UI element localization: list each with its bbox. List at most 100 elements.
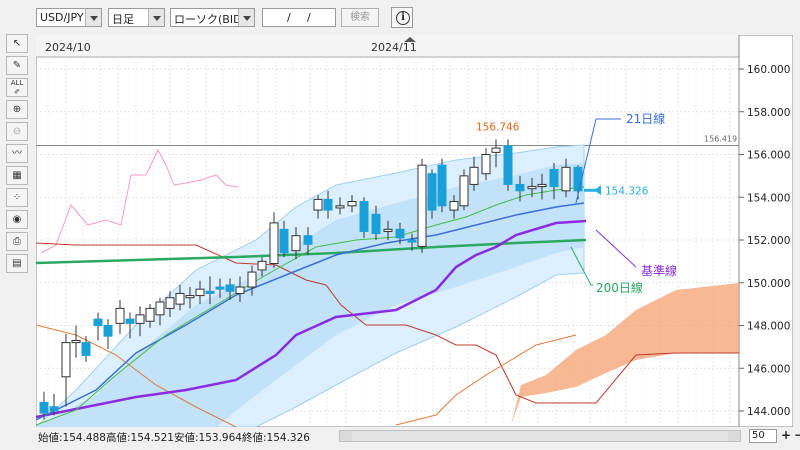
high-price: 高値:154.521 [106,432,174,444]
candle-up [481,154,491,175]
open-price: 始値:154.488 [38,432,106,444]
delete-all-icon[interactable]: ALL ✐ [6,78,28,97]
candle-down [359,201,369,232]
candle-up [257,260,267,271]
date-input[interactable]: / / [262,8,336,27]
y-tick-label: 148.000 [747,321,790,333]
candle-up [135,314,145,324]
y-tick-label: 158.000 [747,107,790,119]
chart-style-select[interactable]: ローソク(BID) [170,8,255,27]
eye-icon[interactable]: ◉ [6,210,28,229]
candle-up [417,164,427,247]
y-tick-label: 144.000 [747,406,790,418]
candle-up [491,147,501,153]
candle-down [303,235,313,245]
candle-down [395,228,405,239]
scroll-right-icon[interactable] [728,431,740,441]
candle-down [437,164,447,207]
candle-up [313,198,323,211]
candle-up [71,339,81,344]
chart-area[interactable]: 2024/10 2024/11 160.000 158.000 156.000 154.0… [34,34,794,428]
cursor-icon[interactable]: ↖ [6,34,28,53]
chart-scrollbar[interactable] [339,430,741,442]
symbol-select[interactable]: USD/JPY [36,8,102,27]
candle-up [291,235,301,252]
candle-down [93,318,103,326]
status-bar: 始値:154.488 高値:154.521 安値:153.964 終値:154.… [36,428,800,446]
y-tick-label: 152.000 [747,235,790,247]
candle-up [185,295,195,299]
candle-up [469,166,479,185]
candle-down [427,173,437,211]
candle-down [515,183,525,192]
y-tick-label: 156.000 [747,150,790,162]
candle-up [459,175,469,207]
chevron-down-icon[interactable] [85,9,101,26]
candle-up [347,201,357,207]
price-chart[interactable]: 2024/10 2024/11 160.000 158.000 156.000 154.0… [34,34,794,428]
zoom-in-icon[interactable]: ⊕ [6,100,28,119]
candle-down [225,284,235,292]
date-label: 2024/10 [45,41,91,54]
current-price-label: 154.326 [605,185,649,197]
pen-icon[interactable]: ✎ [6,56,28,75]
chevron-down-icon[interactable] [148,9,164,26]
close-price: 終値:154.326 [242,432,310,444]
kijun-annotation: 基準線 [641,263,677,278]
y-tick-label: 150.000 [747,278,790,290]
candle-down [407,239,417,243]
zoom-out-icon[interactable]: ⊖ [6,122,28,141]
date-label: 2024/11 [371,41,417,54]
candle-up [449,201,459,211]
candle-down [549,168,559,188]
candle-up [155,301,165,316]
candle-up [61,342,71,378]
zoom-in-button[interactable]: + [781,428,791,442]
search-button[interactable]: 検索 [341,8,379,27]
timeframe-value: 日足 [112,13,134,26]
candle-down [125,318,135,324]
previous-level-label: 156.419 [704,135,737,144]
chart-style-value: ローソク(BID) [174,13,246,26]
all-label: ALL [10,79,24,87]
chevron-down-icon[interactable] [238,9,254,26]
candle-up [115,307,125,324]
candle-up [235,286,245,294]
candle-down [371,213,381,235]
zoom-value: 50 [752,430,765,441]
objects-icon[interactable]: ▦ [6,166,28,185]
candle-up [537,183,547,188]
table-icon[interactable]: ▤ [6,254,28,273]
y-tick-label: 160.000 [747,64,790,76]
candle-down [573,166,583,192]
candle-down [39,401,49,414]
date-separator: / [307,11,311,24]
candle-down [103,325,113,337]
candle-down [215,286,225,290]
info-button[interactable]: i [391,7,413,28]
candle-up [527,186,537,190]
candle-up [335,205,345,209]
zoom-select[interactable]: 50 [749,429,777,443]
candle-up [145,307,155,322]
candle-up [383,228,393,232]
ma200-annotation: 200日線 [596,280,643,295]
info-icon: i [396,11,410,25]
technical-icon[interactable]: ⁘ [6,188,28,207]
candle-up [269,222,279,265]
session-high-label: 156.746 [476,122,520,134]
top-toolbar: USD/JPY 日足 ローソク(BID) / / 検索 i [0,0,800,34]
candle-up [195,288,205,297]
timeframe-select[interactable]: 日足 [108,8,165,27]
print-icon[interactable]: ⎙ [6,232,28,251]
indicator-icon[interactable]: 〰 [6,144,28,163]
symbol-value: USD/JPY [40,11,84,24]
candle-down [81,342,91,356]
zoom-out-button[interactable]: − [794,428,800,442]
scroll-left-icon[interactable] [340,431,352,441]
candle-down [279,228,289,254]
candle-up [561,166,571,192]
candle-up [247,271,257,288]
candle-down [205,290,215,294]
y-tick-label: 154.000 [747,192,790,204]
